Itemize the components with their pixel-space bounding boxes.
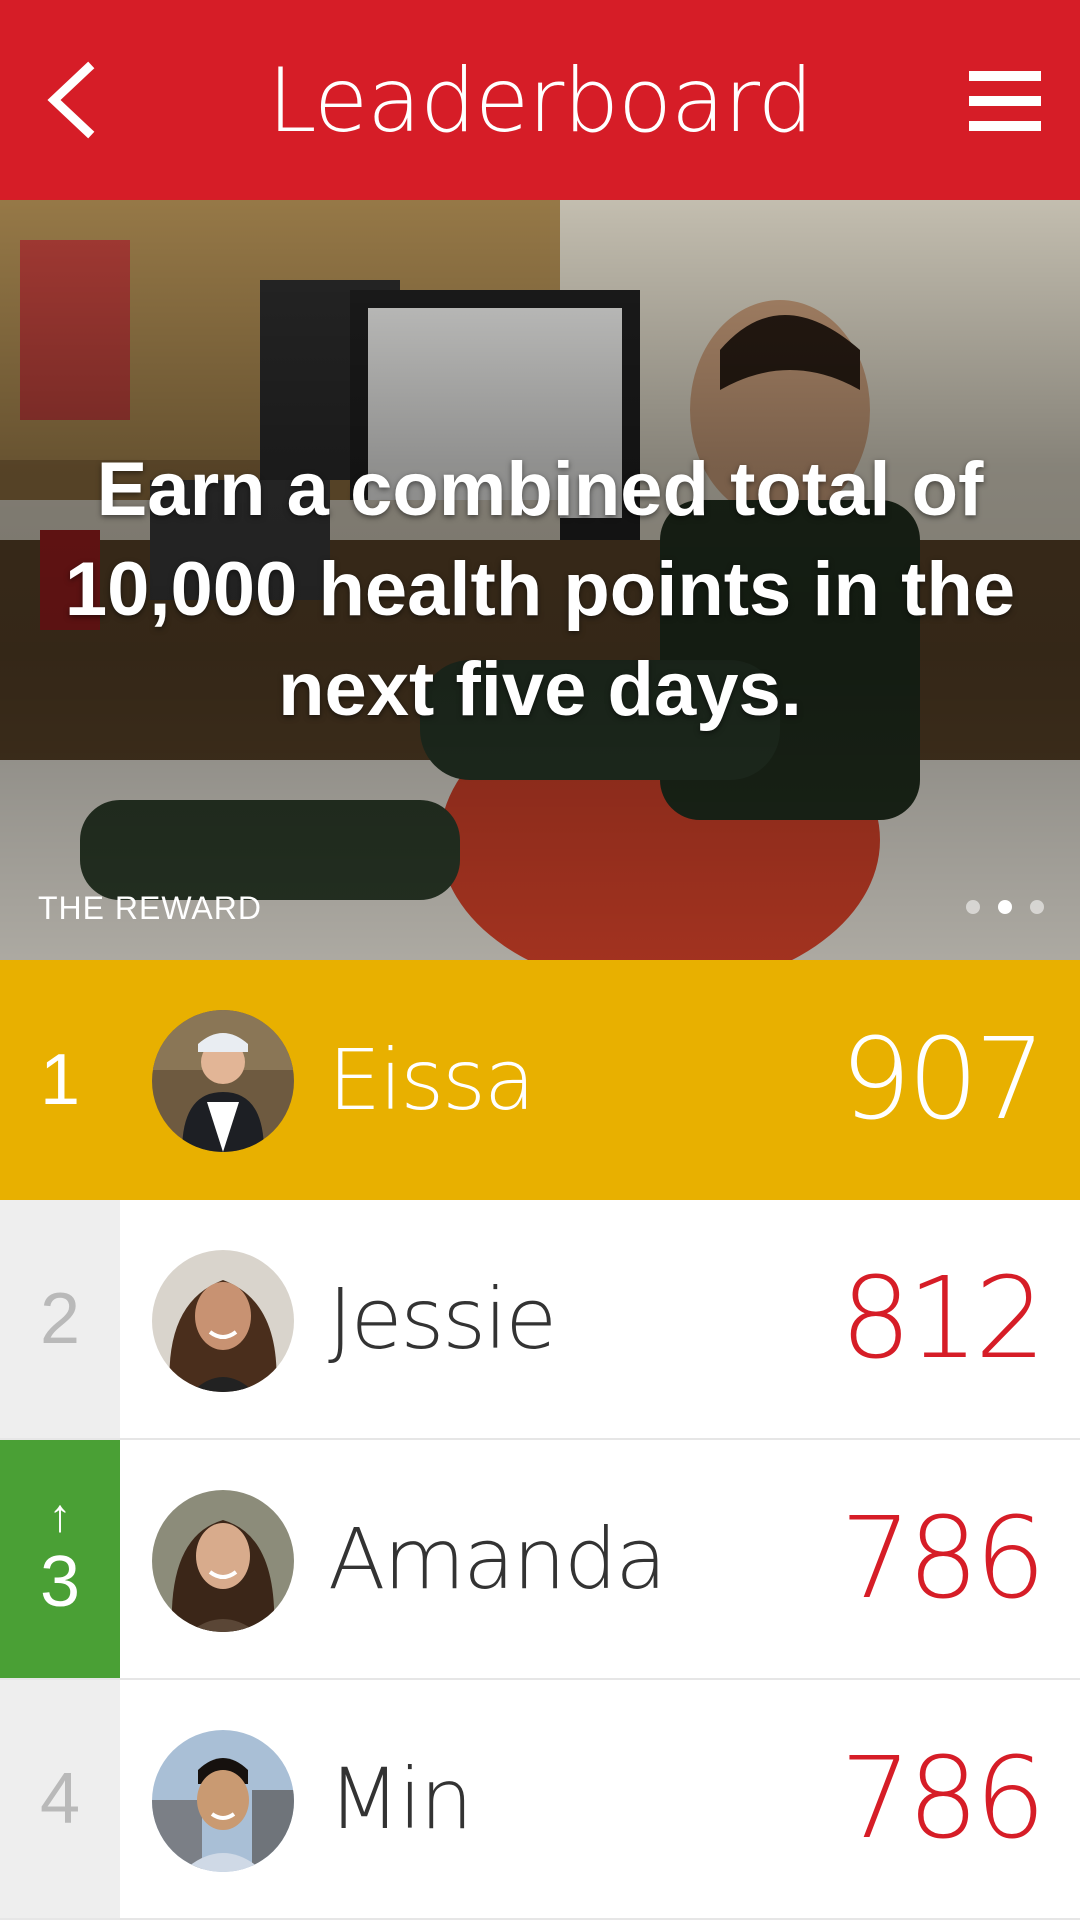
player-score: 786 (840, 1734, 1046, 1864)
reward-label: THE REWARD (38, 890, 262, 926)
reward-banner[interactable]: Earn a combined total of 10,000 health p… (0, 200, 1080, 960)
player-name: Jessie (328, 1270, 557, 1368)
player-name: Amanda (328, 1510, 667, 1608)
player-score: 786 (840, 1494, 1046, 1624)
rank-number: 2 (39, 1279, 81, 1359)
player-score: 907 (840, 1015, 1046, 1145)
leaderboard-row[interactable]: 4 Min 786 (0, 1680, 1080, 1920)
rank-cell: 4 (0, 1680, 120, 1918)
rank-cell: 2 (0, 1200, 120, 1438)
avatar[interactable] (152, 1490, 294, 1632)
leaderboard-row[interactable]: 1 Eissa 907 (0, 960, 1080, 1200)
avatar[interactable] (152, 1250, 294, 1392)
avatar[interactable] (152, 1730, 294, 1872)
player-score: 812 (840, 1254, 1046, 1384)
app-header: Leaderboard (0, 0, 1080, 200)
rank-number: 3 (39, 1542, 81, 1622)
rank-number: 1 (39, 1040, 81, 1120)
rank-cell-up: ↑ 3 (0, 1440, 120, 1678)
arrow-up-icon: ↑ (48, 1489, 72, 1541)
leaderboard-row[interactable]: ↑ 3 Amanda 786 (0, 1440, 1080, 1680)
player-name: Min (328, 1750, 473, 1848)
hamburger-menu-icon (969, 71, 1041, 131)
player-name: Eissa (328, 1031, 535, 1129)
page-title: Leaderboard (267, 48, 814, 152)
rank-number: 4 (39, 1759, 81, 1839)
reward-headline: Earn a combined total of 10,000 health p… (64, 447, 1016, 732)
rank-cell: 1 (0, 960, 120, 1200)
page-dot-active[interactable] (998, 900, 1012, 914)
page-dot[interactable] (966, 900, 980, 914)
carousel-pagination (966, 900, 1044, 914)
page-dot[interactable] (1030, 900, 1044, 914)
avatar[interactable] (152, 1010, 294, 1152)
leaderboard-row[interactable]: 2 Jessie 812 (0, 1200, 1080, 1440)
menu-button[interactable] (960, 56, 1050, 146)
